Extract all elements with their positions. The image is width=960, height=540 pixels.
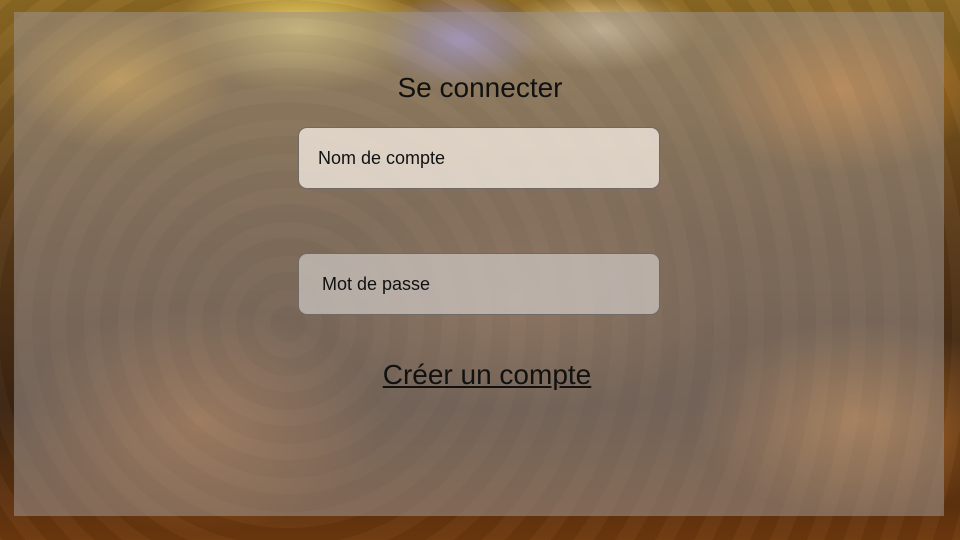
username-input[interactable]	[298, 127, 660, 189]
page-title: Se connecter	[397, 72, 563, 103]
create-account-link[interactable]: Créer un compte	[0, 359, 960, 391]
password-input[interactable]	[298, 253, 660, 315]
